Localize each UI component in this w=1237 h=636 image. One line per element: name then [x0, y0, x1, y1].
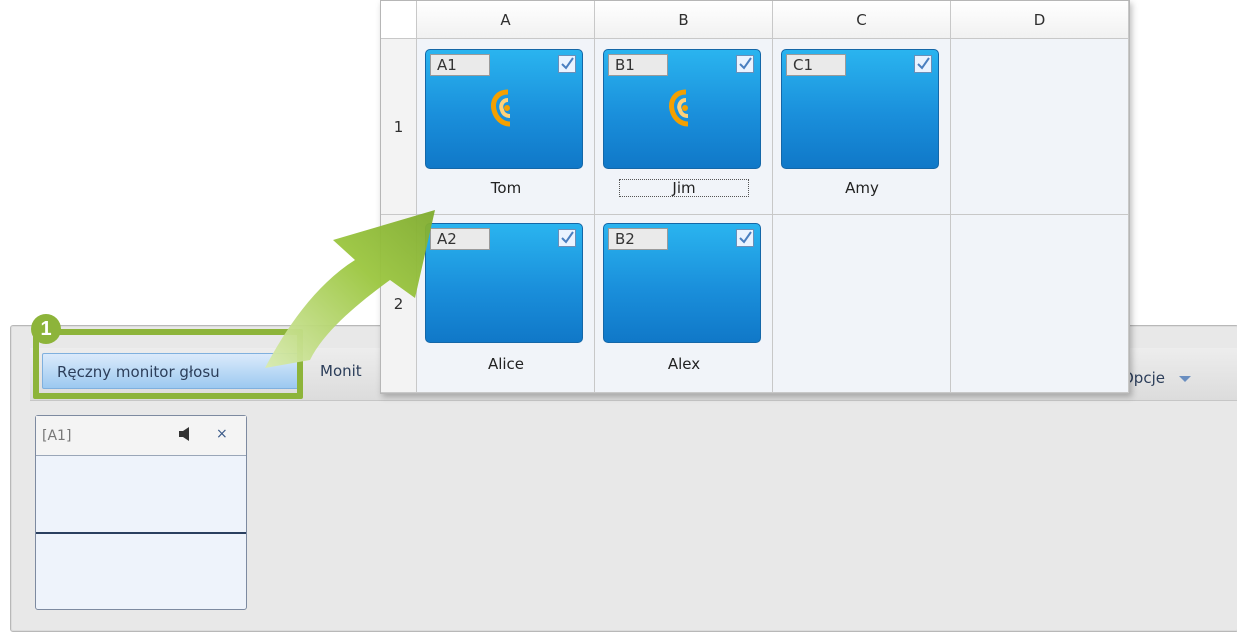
channel-tile-c1[interactable]: C1 — [781, 49, 939, 169]
column-header-c: C — [773, 1, 951, 39]
grid-cell-d2[interactable] — [951, 215, 1129, 393]
close-icon[interactable]: × — [216, 426, 228, 442]
column-header-b: B — [595, 1, 773, 39]
ear-icon — [491, 89, 511, 127]
channel-tile-b1[interactable]: B1 — [603, 49, 761, 169]
channel-grid-popup: A B C D 1 2 A1 Tom B1 Jim C1 Amy A2 Alic… — [380, 0, 1130, 394]
grid-cell-a1[interactable]: A1 Tom — [417, 39, 595, 215]
options-menu[interactable]: Opcje — [1114, 360, 1224, 396]
tile-code: C1 — [786, 54, 846, 76]
column-header-a: A — [417, 1, 595, 39]
monitor-window-label: [A1] — [42, 428, 72, 444]
ear-icon — [669, 89, 689, 127]
row-header-1: 1 — [381, 39, 417, 215]
checkbox-icon[interactable] — [736, 55, 754, 73]
grid-cell-c2[interactable] — [773, 215, 951, 393]
grid-cell-c1[interactable]: C1 Amy — [773, 39, 951, 215]
checkbox-icon[interactable] — [736, 229, 754, 247]
speaker-icon[interactable] — [176, 425, 194, 443]
channel-name: Alex — [667, 355, 701, 373]
channel-tile-a1[interactable]: A1 — [425, 49, 583, 169]
grid-cell-d1[interactable] — [951, 39, 1129, 215]
monitor-window-card[interactable]: [A1] × — [35, 415, 247, 610]
checkbox-icon[interactable] — [914, 55, 932, 73]
checkbox-icon[interactable] — [558, 229, 576, 247]
grid-cell-b2[interactable]: B2 Alex — [595, 215, 773, 393]
audio-waveform-line — [36, 532, 246, 534]
channel-name-focused: Jim — [619, 179, 749, 197]
channel-name: Jim — [619, 179, 749, 197]
channel-name: Amy — [845, 179, 879, 197]
channel-tile-b2[interactable]: B2 — [603, 223, 761, 343]
tile-code: B1 — [608, 54, 668, 76]
column-header-d: D — [951, 1, 1129, 39]
tile-code: A1 — [430, 54, 490, 76]
arrow-icon — [265, 210, 435, 368]
checkbox-icon[interactable] — [558, 55, 576, 73]
chevron-down-icon — [1178, 375, 1191, 382]
grid-cell-b1[interactable]: B1 Jim — [595, 39, 773, 215]
tile-code: B2 — [608, 228, 668, 250]
monitor-window-header: [A1] × — [36, 416, 246, 456]
grid-corner — [381, 1, 417, 39]
callout-badge: 1 — [31, 314, 61, 344]
